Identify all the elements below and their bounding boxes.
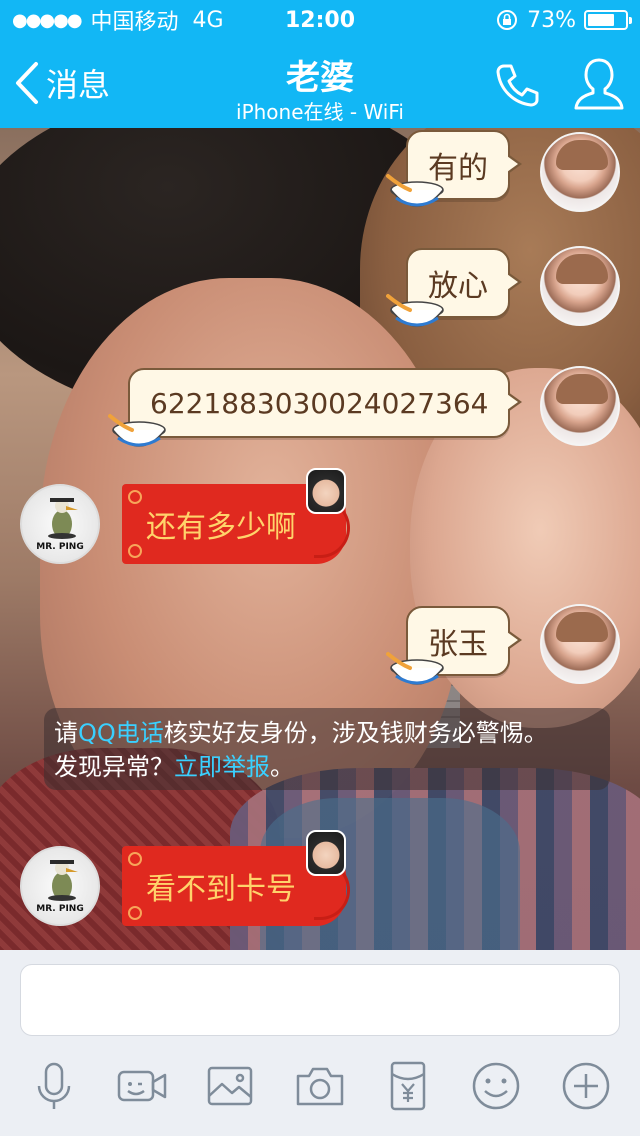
message-bubble-outgoing[interactable]: 6221883030024027364 bbox=[128, 368, 523, 438]
mic-icon bbox=[37, 1062, 71, 1109]
bowl-sticker-icon bbox=[108, 414, 166, 447]
emoji-icon bbox=[472, 1062, 520, 1110]
message-text: 看不到卡号 bbox=[146, 872, 296, 907]
bowl-sticker-icon bbox=[386, 174, 444, 207]
my-avatar[interactable] bbox=[540, 604, 620, 684]
voice-button[interactable] bbox=[26, 1058, 82, 1114]
signal-strength: ●●●●● bbox=[12, 9, 83, 31]
message-input[interactable] bbox=[20, 964, 620, 1036]
message-text: 还有多少啊 bbox=[146, 510, 296, 545]
contact-profile-button[interactable] bbox=[572, 56, 626, 112]
emoji-button[interactable] bbox=[468, 1058, 524, 1114]
red-packet-icon bbox=[390, 1061, 426, 1111]
my-avatar[interactable] bbox=[540, 132, 620, 212]
image-icon bbox=[207, 1066, 253, 1106]
chat-title: 老婆 bbox=[286, 58, 354, 98]
phone-call-button[interactable] bbox=[492, 60, 542, 110]
avatar-caption: MR. PING bbox=[36, 542, 84, 552]
my-avatar[interactable] bbox=[540, 366, 620, 446]
person-icon bbox=[574, 58, 624, 110]
video-button[interactable] bbox=[114, 1058, 170, 1114]
bowl-sticker-icon bbox=[386, 652, 444, 685]
qq-call-link[interactable]: QQ电话 bbox=[78, 719, 164, 747]
security-notice: 请QQ电话核实好友身份，涉及钱财务必警惕。 发现异常？立即举报。 bbox=[44, 708, 610, 790]
plus-icon bbox=[562, 1062, 610, 1110]
my-avatar[interactable] bbox=[540, 246, 620, 326]
camera-button[interactable] bbox=[292, 1058, 348, 1114]
more-button[interactable] bbox=[558, 1058, 614, 1114]
status-bar: ●●●●● 中国移动 4G 12:00 73% bbox=[0, 0, 640, 40]
online-status: iPhone在线 - WiFi bbox=[236, 100, 404, 124]
bowl-sticker-icon bbox=[386, 294, 444, 327]
contact-avatar[interactable]: MR. PING bbox=[20, 484, 100, 564]
kung-fu-panda-ping-icon bbox=[48, 498, 78, 539]
battery-percent: 73% bbox=[527, 7, 576, 33]
red-packet-button[interactable] bbox=[380, 1058, 436, 1114]
battery-icon bbox=[584, 10, 632, 30]
report-link[interactable]: 立即举报 bbox=[174, 753, 270, 781]
rotation-lock-icon bbox=[497, 10, 518, 30]
kung-fu-panda-ping-icon bbox=[48, 860, 78, 901]
nav-bar: 消息 老婆 iPhone在线 - WiFi bbox=[0, 40, 640, 128]
video-icon bbox=[117, 1070, 167, 1102]
phone-icon bbox=[496, 64, 539, 107]
camera-icon bbox=[296, 1067, 344, 1106]
sender-face-sticker bbox=[306, 830, 346, 876]
network-type: 4G bbox=[192, 7, 224, 33]
contact-avatar[interactable]: MR. PING bbox=[20, 846, 100, 926]
message-text: 6221883030024027364 bbox=[150, 386, 489, 420]
photo-button[interactable] bbox=[202, 1058, 258, 1114]
sender-face-sticker bbox=[306, 468, 346, 514]
carrier-name: 中国移动 bbox=[90, 10, 179, 35]
message-list[interactable]: 有的 放心 6221883030024027364 MR. PING 还有多少啊… bbox=[0, 128, 640, 950]
input-bar bbox=[0, 950, 640, 1136]
avatar-caption: MR. PING bbox=[36, 904, 84, 914]
